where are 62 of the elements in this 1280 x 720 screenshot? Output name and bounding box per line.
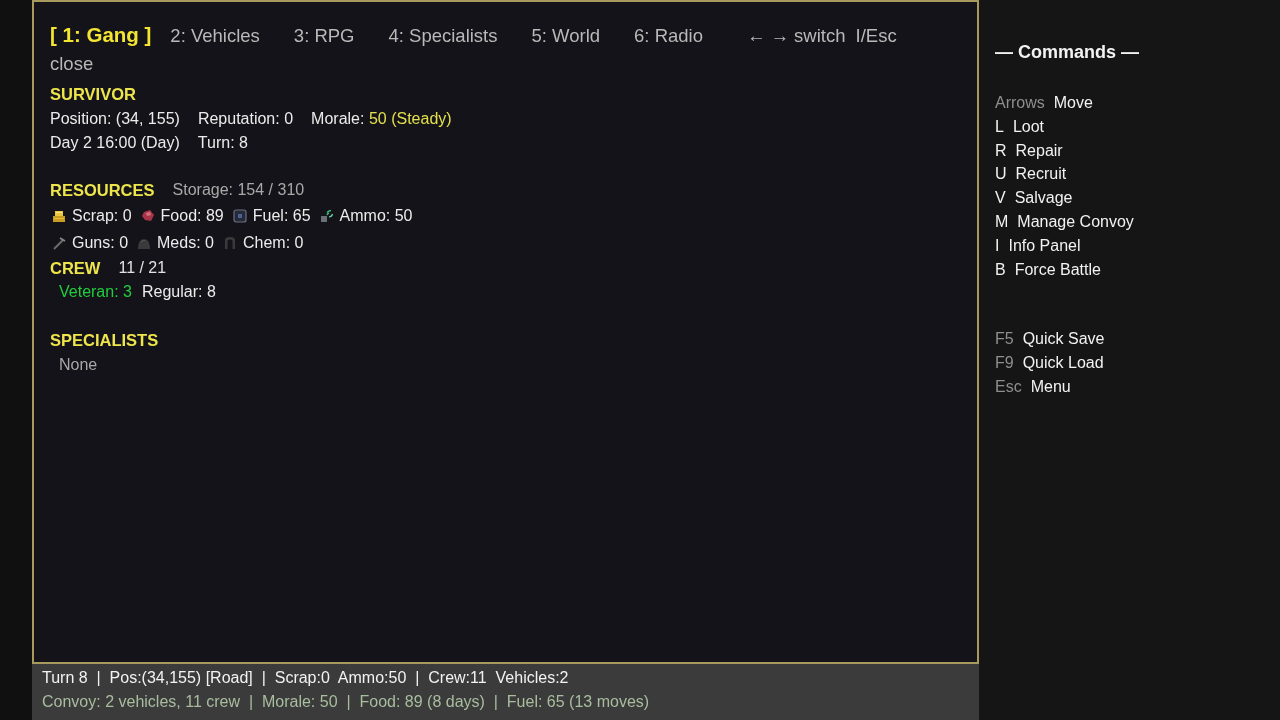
- crew-count: 11 / 21: [118, 258, 167, 278]
- signal-waves-icon: [319, 208, 334, 223]
- stat-text: Reputation: 0: [197, 109, 294, 129]
- key-hint-action: close: [50, 52, 94, 76]
- section-heading: RESOURCES: [50, 180, 155, 201]
- stat-text: Morale: 50 (Steady): [311, 109, 452, 129]
- command-key: F5: [995, 327, 1014, 352]
- command-label: Quick Save: [1022, 329, 1105, 350]
- empty-text: None: [59, 356, 98, 373]
- command-key: V: [995, 186, 1006, 210]
- crew-group-text: Veteran: 3: [59, 282, 132, 302]
- resource-text: Fuel: 65: [252, 205, 311, 226]
- key-hint-action: switch: [794, 24, 846, 48]
- command-key: L: [995, 114, 1004, 139]
- resource-text: Scrap: 0: [72, 205, 132, 226]
- command-label: Move: [1053, 93, 1093, 113]
- section-heading: SPECIALISTS: [50, 331, 159, 349]
- command-label: Quick Load: [1022, 353, 1104, 374]
- arch-icon: [222, 235, 237, 250]
- key-hint-keys: I/Esc: [855, 22, 897, 49]
- command-label: Force Battle: [1014, 259, 1101, 280]
- tab[interactable]: 4: Specialists: [388, 22, 498, 49]
- command-key: Esc: [995, 374, 1022, 399]
- resource-text: Chem: 0: [242, 232, 304, 253]
- tab[interactable]: 3: RPG: [293, 22, 355, 49]
- command-label: Menu: [1030, 376, 1071, 397]
- command-key: B: [995, 257, 1006, 282]
- resource-text: Guns: 0: [72, 232, 129, 253]
- command-key: R: [995, 138, 1007, 163]
- tab[interactable]: 2: Vehicles: [170, 22, 260, 49]
- command-label: Repair: [1015, 140, 1063, 161]
- status-text: Turn 8 | Pos:(34,155) [Road] | Scrap:0 Ammo:50 | Crew:11 Vehicles:2: [42, 669, 569, 686]
- section-heading: CREW: [50, 258, 101, 279]
- stat-text: Position: (34, 155): [50, 109, 180, 129]
- resource-text: Food: 89: [160, 205, 224, 226]
- stat-text: Day 2 16:00 (Day): [50, 133, 180, 153]
- command-label: Info Panel: [1008, 235, 1081, 256]
- command-key: I: [995, 233, 1000, 258]
- storage-text: Storage: 154 / 310: [172, 180, 305, 200]
- stat-text: Turn: 8: [197, 133, 248, 153]
- command-label: Loot: [1012, 116, 1045, 137]
- command-key: U: [995, 162, 1007, 187]
- tab[interactable]: 6: Radio: [634, 22, 703, 49]
- command-label: Salvage: [1014, 188, 1073, 209]
- command-label: Recruit: [1015, 164, 1067, 185]
- command-label: Manage Convoy: [1017, 212, 1134, 232]
- command-key: F9: [995, 351, 1014, 375]
- section-heading: SURVIVOR: [50, 85, 136, 103]
- crew-group-text: Regular: 8: [141, 282, 216, 302]
- resource-text: Meds: 0: [157, 232, 214, 253]
- canister-icon: [232, 208, 247, 223]
- tab[interactable]: 5: World: [531, 22, 601, 49]
- panel-title: — Commands —: [995, 42, 1140, 62]
- hammer-icon: [52, 235, 66, 250]
- tab[interactable]: [ 1: Gang ]: [50, 21, 152, 48]
- key-hint-keys: ← →: [746, 22, 790, 49]
- status-text: Convoy: 2 vehicles, 11 crew | Morale: 50 | Food: 89 (8 days) | Fuel: 65 (13 moves): [42, 693, 650, 710]
- resource-text: Ammo: 50: [339, 205, 413, 226]
- command-key: Arrows: [995, 91, 1045, 115]
- command-key: M: [995, 210, 1009, 234]
- ingot-stack-icon: [52, 208, 66, 223]
- meat-icon: [140, 208, 155, 223]
